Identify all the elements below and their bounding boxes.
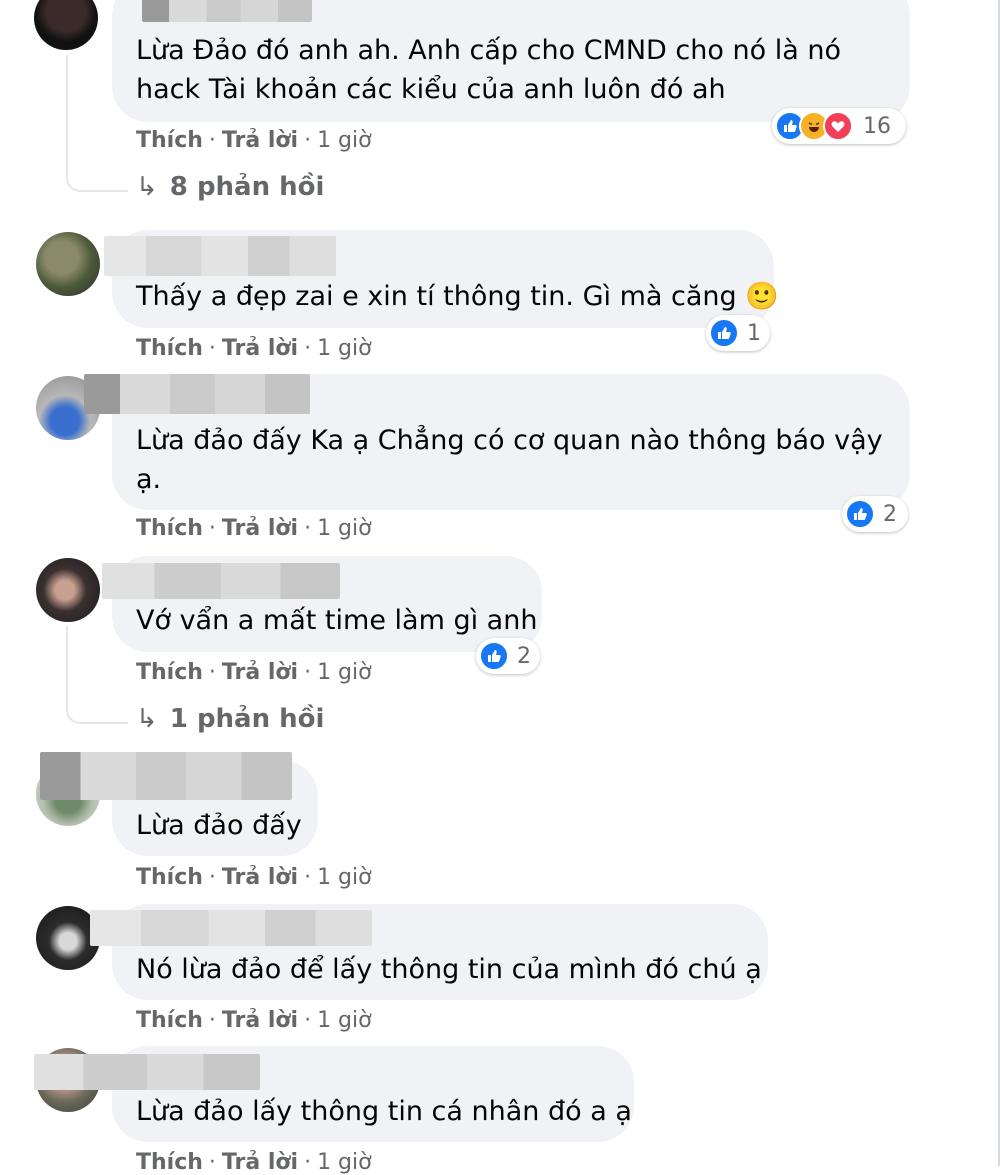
comment-text: Nó lừa đảo để lấy thông tin của mình đó … [136, 954, 762, 985]
like-button[interactable]: Thích [136, 128, 203, 153]
comment-text: hack Tài khoản các kiểu của anh luôn đó … [136, 74, 726, 105]
like-icon [709, 318, 739, 348]
comment-text: Lừa đảo đấy [136, 810, 302, 841]
comment-actions: Thích · Trả lời · 1 giờ [136, 1008, 372, 1033]
timestamp[interactable]: 1 giờ [317, 660, 372, 685]
reply-button[interactable]: Trả lời [222, 660, 298, 685]
timestamp[interactable]: 1 giờ [317, 336, 372, 361]
reply-button[interactable]: Trả lời [222, 128, 298, 153]
comment-text: Lừa Đảo đó anh ah. Anh cấp cho CMND cho … [136, 35, 841, 66]
author-name[interactable] [102, 563, 340, 599]
comment-text: Thấy a đẹp zai e xin tí thông tin. Gì mà… [136, 281, 779, 312]
author-name[interactable] [84, 374, 310, 414]
like-button[interactable]: Thích [136, 865, 203, 890]
reaction-count: 2 [517, 643, 531, 669]
comment-text: Vớ vẩn a mất time làm gì anh [136, 605, 538, 636]
author-name[interactable] [90, 910, 372, 946]
avatar[interactable] [36, 558, 100, 622]
avatar[interactable] [34, 0, 98, 50]
reaction-summary[interactable]: 16 [772, 108, 906, 144]
author-name[interactable] [142, 0, 312, 22]
reaction-summary[interactable]: 2 [476, 638, 540, 674]
like-icon [845, 499, 875, 529]
comment-text: Lừa đảo đấy Ka ạ Chẳng có cơ quan nào th… [136, 425, 883, 456]
timestamp[interactable]: 1 giờ [317, 516, 372, 541]
timestamp[interactable]: 1 giờ [317, 865, 372, 890]
reply-arrow-icon: ↳ [136, 704, 158, 734]
like-button[interactable]: Thích [136, 1150, 203, 1175]
reaction-count: 2 [883, 501, 897, 527]
comment-actions: Thích · Trả lời · 1 giờ [136, 516, 372, 541]
reply-button[interactable]: Trả lời [222, 336, 298, 361]
comment-section: Lừa Đảo đó anh ah. Anh cấp cho CMND cho … [0, 0, 1000, 1175]
thread-line [66, 626, 128, 724]
view-replies-link[interactable]: ↳ 8 phản hồi [136, 172, 324, 202]
comment-text: ạ. [136, 464, 162, 495]
like-button[interactable]: Thích [136, 1008, 203, 1033]
comment-actions: Thích · Trả lời · 1 giờ [136, 128, 372, 153]
timestamp[interactable]: 1 giờ [317, 1008, 372, 1033]
reaction-count: 1 [747, 320, 761, 346]
reaction-count: 16 [863, 113, 891, 139]
comment-actions: Thích · Trả lời · 1 giờ [136, 1150, 372, 1175]
reaction-summary[interactable]: 1 [706, 315, 770, 351]
reply-button[interactable]: Trả lời [222, 1150, 298, 1175]
view-replies-link[interactable]: ↳ 1 phản hồi [136, 704, 324, 734]
author-name[interactable] [40, 752, 292, 800]
like-button[interactable]: Thích [136, 516, 203, 541]
avatar[interactable] [36, 232, 100, 296]
author-name[interactable] [34, 1054, 260, 1090]
comment-actions: Thích · Trả lời · 1 giờ [136, 865, 372, 890]
comment-actions: Thích · Trả lời · 1 giờ [136, 660, 372, 685]
timestamp[interactable]: 1 giờ [317, 128, 372, 153]
reply-button[interactable]: Trả lời [222, 865, 298, 890]
love-icon [823, 111, 853, 141]
like-button[interactable]: Thích [136, 336, 203, 361]
reply-button[interactable]: Trả lời [222, 1008, 298, 1033]
timestamp[interactable]: 1 giờ [317, 1150, 372, 1175]
reaction-summary[interactable]: 2 [842, 496, 908, 532]
author-name[interactable] [104, 236, 336, 276]
like-button[interactable]: Thích [136, 660, 203, 685]
comment-text: Lừa đảo lấy thông tin cá nhân đó a ạ [136, 1096, 632, 1127]
comment-actions: Thích · Trả lời · 1 giờ [136, 336, 372, 361]
reply-button[interactable]: Trả lời [222, 516, 298, 541]
like-icon [479, 641, 509, 671]
reply-arrow-icon: ↳ [136, 172, 158, 202]
